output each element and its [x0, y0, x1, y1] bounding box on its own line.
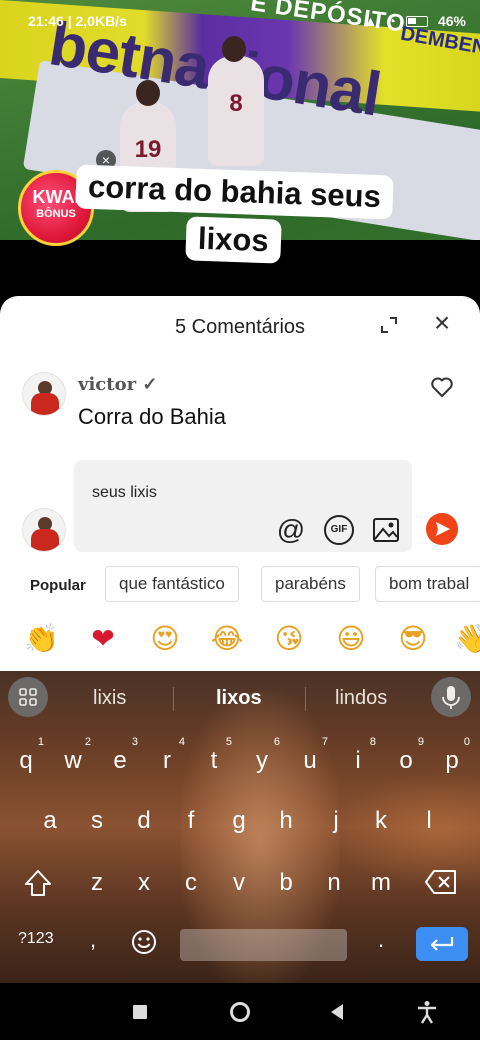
close-icon[interactable]: × — [430, 309, 454, 337]
expand-icon[interactable] — [378, 314, 400, 336]
suggestion[interactable]: lixis — [93, 687, 126, 710]
key-u[interactable]: u7 — [290, 736, 330, 783]
player-figure: 8 — [208, 56, 264, 166]
suggestion[interactable]: lixos — [216, 687, 262, 710]
avatar — [22, 508, 66, 552]
accessibility-icon[interactable] — [416, 1000, 438, 1024]
quick-replies: Popular que fantástico parabéns bom trab… — [0, 566, 480, 604]
key-o[interactable]: o9 — [386, 736, 426, 783]
key-j[interactable]: j — [316, 799, 356, 843]
key-p[interactable]: p0 — [432, 736, 472, 783]
key-r[interactable]: r4 — [147, 736, 187, 783]
microphone-icon[interactable] — [431, 677, 471, 717]
quick-reply-chip[interactable]: que fantástico — [105, 566, 239, 602]
battery-icon — [405, 15, 428, 27]
emoji-keyboard-icon[interactable] — [131, 929, 157, 955]
smile-emoji[interactable]: 😃 — [334, 622, 368, 656]
comment-text: Corra do Bahia — [78, 404, 226, 429]
quick-reply-chip[interactable]: bom trabal — [375, 566, 480, 602]
apps-grid-icon[interactable] — [8, 677, 48, 717]
key-f[interactable]: f — [171, 799, 211, 843]
backspace-icon[interactable] — [424, 869, 458, 895]
wave-emoji[interactable]: 👋 — [454, 622, 480, 656]
key-v[interactable]: v — [219, 861, 259, 905]
quick-reply-chip[interactable]: parabéns — [261, 566, 360, 602]
send-button[interactable] — [426, 513, 458, 545]
keyboard: lixis lixos lindos q1 w2 e3 r4 t5 y6 u7 … — [0, 671, 480, 983]
signal-icon: ▲ — [363, 13, 378, 29]
home-icon[interactable] — [230, 1002, 250, 1022]
player-number: 19 — [134, 136, 162, 163]
laughing-emoji[interactable]: 😂 — [210, 622, 244, 656]
heart-icon[interactable] — [430, 376, 454, 398]
image-icon[interactable] — [371, 515, 401, 545]
space-key[interactable] — [180, 929, 347, 961]
status-time-speed: 21:46 | 2,0KB/s — [28, 13, 127, 29]
emoji-row: 👏 ❤ 😍 😂 😘 😃 😎 👋 — [0, 622, 480, 662]
suggestion[interactable]: lindos — [335, 687, 387, 710]
battery-level: 46% — [437, 13, 466, 29]
key-k[interactable]: k — [361, 799, 401, 843]
key-q[interactable]: q1 — [6, 736, 46, 783]
caption-line: lixos — [185, 216, 282, 264]
key-n[interactable]: n — [314, 861, 354, 905]
comment-username[interactable]: victor ✓ — [78, 374, 157, 395]
comment-input[interactable]: seus lixis @ GIF — [74, 460, 412, 552]
sunglasses-emoji[interactable]: 😎 — [396, 622, 430, 656]
key-x[interactable]: x — [124, 861, 164, 905]
wifi-icon: ◔ — [387, 13, 396, 29]
key-w[interactable]: w2 — [53, 736, 93, 783]
clap-emoji[interactable]: 👏 — [24, 622, 59, 656]
enter-key[interactable] — [416, 927, 468, 961]
key-i[interactable]: i8 — [338, 736, 378, 783]
player-number: 8 — [229, 90, 243, 117]
comments-sheet: 5 Comentários × victor ✓ Corra do Bahia — [0, 296, 480, 446]
gif-icon[interactable]: GIF — [324, 515, 354, 545]
key-g[interactable]: g — [219, 799, 259, 843]
heart-eyes-emoji[interactable]: 😍 — [148, 622, 182, 656]
key-h[interactable]: h — [266, 799, 306, 843]
back-icon[interactable] — [331, 1004, 343, 1020]
key-t[interactable]: t5 — [194, 736, 234, 783]
suggestion-bar: lixis lixos lindos — [0, 671, 480, 725]
recents-icon[interactable] — [133, 1005, 147, 1019]
player-head — [136, 80, 160, 106]
period-key[interactable]: . — [378, 927, 384, 953]
key-e[interactable]: e3 — [100, 736, 140, 783]
status-bar: 21:46 | 2,0KB/s ▲ ◔ 46% — [0, 0, 480, 44]
key-a[interactable]: a — [30, 799, 70, 843]
mention-icon[interactable]: @ — [276, 515, 306, 545]
shift-icon[interactable] — [22, 867, 54, 899]
kiss-emoji[interactable]: 😘 — [272, 622, 306, 656]
key-d[interactable]: d — [124, 799, 164, 843]
key-m[interactable]: m — [361, 861, 401, 905]
key-z[interactable]: z — [77, 861, 117, 905]
comment-input-value[interactable]: seus lixis — [92, 484, 157, 502]
comment-composer: seus lixis @ GIF Popular que fantástico … — [0, 446, 480, 672]
status-icons: ▲ ◔ 46% — [364, 13, 466, 29]
key-c[interactable]: c — [171, 861, 211, 905]
avatar[interactable] — [22, 372, 66, 416]
comma-key[interactable]: , — [90, 927, 96, 953]
system-nav-bar — [0, 983, 480, 1040]
symbols-key[interactable]: ?123 — [18, 930, 54, 948]
key-y[interactable]: y6 — [242, 736, 282, 783]
key-b[interactable]: b — [266, 861, 306, 905]
quick-replies-label: Popular — [30, 577, 86, 594]
badge-line2: BÔNUS — [36, 208, 76, 220]
key-s[interactable]: s — [77, 799, 117, 843]
sheet-title: 5 Comentários — [174, 316, 306, 338]
key-l[interactable]: l — [409, 799, 449, 843]
heart-emoji[interactable]: ❤ — [86, 622, 120, 656]
